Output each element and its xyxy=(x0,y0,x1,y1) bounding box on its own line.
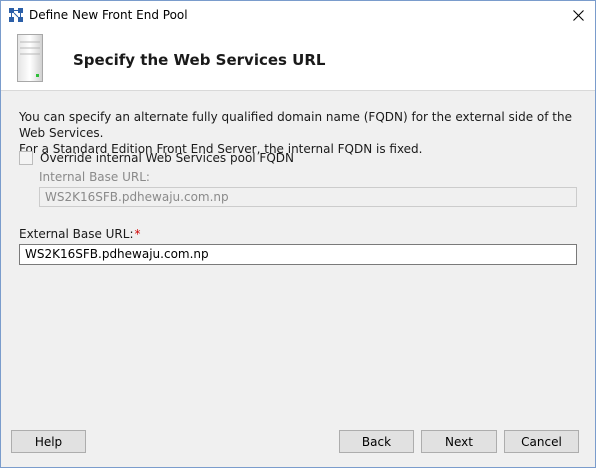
cancel-button[interactable]: Cancel xyxy=(504,430,579,453)
override-fqdn-option[interactable]: Override internal Web Services pool FQDN xyxy=(19,150,294,166)
required-marker: * xyxy=(134,227,141,241)
override-fqdn-checkbox[interactable] xyxy=(19,151,33,165)
topology-builder-app-icon xyxy=(8,7,24,23)
back-button[interactable]: Back xyxy=(339,430,414,453)
next-button[interactable]: Next xyxy=(421,430,497,453)
wizard-window: Define New Front End Pool Specify the We… xyxy=(0,0,596,468)
internal-base-url-field: WS2K16SFB.pdhewaju.com.np xyxy=(39,187,577,207)
external-base-url-field[interactable]: WS2K16SFB.pdhewaju.com.np xyxy=(19,244,577,265)
server-icon xyxy=(17,34,43,82)
page-title: Specify the Web Services URL xyxy=(73,51,326,69)
external-base-url-label: External Base URL: xyxy=(19,227,134,241)
internal-base-url-label: Internal Base URL: xyxy=(39,170,150,184)
description-line-1: You can specify an alternate fully quali… xyxy=(19,110,572,140)
external-base-url-label-row: External Base URL:* xyxy=(19,227,141,241)
help-button[interactable]: Help xyxy=(11,430,86,453)
close-icon xyxy=(572,10,584,21)
wizard-header: Specify the Web Services URL xyxy=(1,30,595,91)
override-fqdn-label[interactable]: Override internal Web Services pool FQDN xyxy=(40,151,294,165)
close-button[interactable] xyxy=(561,1,595,30)
window-title: Define New Front End Pool xyxy=(29,8,188,22)
title-bar: Define New Front End Pool xyxy=(1,1,595,30)
